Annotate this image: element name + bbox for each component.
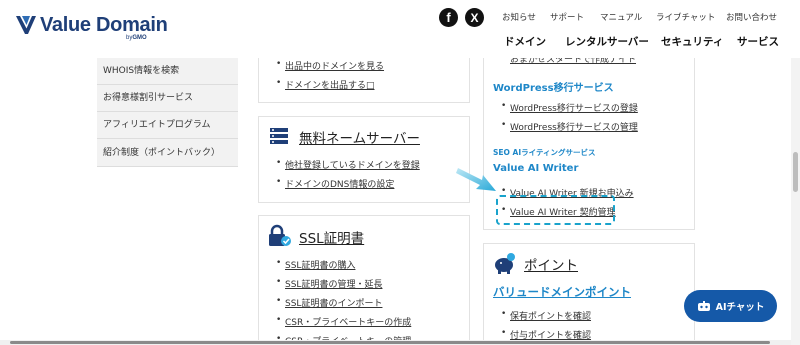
nav-support-link[interactable]: サポート [550, 11, 584, 23]
sidebar: WHOIS情報を検索 お得意様割引サービス アフィリエイトプログラム 紹介制度（… [97, 58, 238, 167]
list-item[interactable]: 出品中のドメインを見る [275, 59, 384, 72]
facebook-icon[interactable]: f [439, 8, 458, 27]
list-item[interactable]: WordPress移行サービスの登録 [500, 101, 638, 114]
nav-security[interactable]: セキュリティ [661, 34, 723, 49]
server-icon [270, 128, 288, 144]
highlight-box [496, 195, 615, 225]
nav-news-link[interactable]: お知らせ [502, 11, 536, 23]
wordpress-migration-title: WordPress移行サービス [493, 83, 614, 94]
list-item[interactable]: SSL証明書の購入 [275, 258, 411, 271]
sidebar-item-referral[interactable]: 紹介制度（ポイントバック） [97, 139, 238, 167]
hscroll-thumb[interactable] [10, 341, 770, 344]
x-twitter-icon[interactable]: X [465, 8, 484, 27]
site-header: Value Domain byGMO f X お知らせ サポート マニュアル ラ… [0, 0, 800, 58]
ai-chat-button[interactable]: AIチャット [684, 290, 777, 322]
nav-contact-link[interactable]: お問い合わせ [726, 11, 777, 23]
list-item[interactable]: SSL証明書のインポート [275, 296, 411, 309]
value-domain-points-link[interactable]: バリュードメインポイント [493, 284, 631, 300]
ssl-card: SSL証明書 SSL証明書の購入 SSL証明書の管理・延長 SSL証明書のインポ… [258, 215, 470, 345]
scroll-thumb[interactable] [793, 152, 798, 192]
list-item[interactable]: WordPress移行サービスの管理 [500, 120, 638, 133]
list-item[interactable]: ドメインのDNS情報の設定 [275, 177, 420, 190]
list-item[interactable]: 他社登録しているドメインを登録 [275, 158, 420, 171]
nameserver-card: 無料ネームサーバー 他社登録しているドメインを登録 ドメインのDNS情報の設定 [258, 116, 470, 203]
points-title[interactable]: ポイント [524, 254, 578, 274]
logo-text: Value Domain [40, 14, 168, 36]
ssl-title[interactable]: SSL証明書 [299, 227, 364, 247]
list-item[interactable]: ドメインを出品する□ [275, 78, 384, 91]
nameserver-title[interactable]: 無料ネームサーバー [299, 127, 420, 147]
list-item[interactable]: SSL証明書の管理・延長 [275, 277, 411, 290]
ssl-lock-icon [269, 224, 291, 246]
nav-services[interactable]: サービス [737, 34, 779, 49]
sidebar-item-whois[interactable]: WHOIS情報を検索 [97, 58, 238, 85]
nav-manual-link[interactable]: マニュアル [600, 11, 642, 23]
horizontal-scrollbar[interactable] [0, 340, 791, 345]
ai-chat-label: AIチャット [715, 302, 765, 313]
value-domain-logo[interactable]: Value Domain byGMO [14, 13, 168, 41]
seo-ai-writing-label: SEO AIライティングサービス [493, 148, 596, 157]
list-item[interactable]: CSR・プライベートキーの作成 [275, 315, 411, 328]
points-card: ポイント バリュードメインポイント 保有ポイントを確認 付与ポイントを確認 [483, 243, 695, 345]
robot-icon [697, 300, 710, 311]
sidebar-item-discount[interactable]: お得意様割引サービス [97, 85, 238, 112]
nav-rental-server[interactable]: レンタルサーバー [565, 34, 649, 49]
logo-by-gmo: byGMO [126, 35, 147, 41]
nav-domain[interactable]: ドメイン [504, 34, 546, 49]
logo-v-icon [16, 16, 36, 34]
pointer-arrow-icon [456, 168, 496, 191]
nav-livechat-link[interactable]: ライブチャット [656, 11, 715, 23]
sidebar-item-affiliate[interactable]: アフィリエイトプログラム [97, 112, 238, 139]
piggy-bank-icon [495, 253, 515, 274]
list-item[interactable]: 保有ポイントを確認 [500, 309, 591, 322]
ai-writer-title: Value AI Writer [493, 163, 579, 174]
